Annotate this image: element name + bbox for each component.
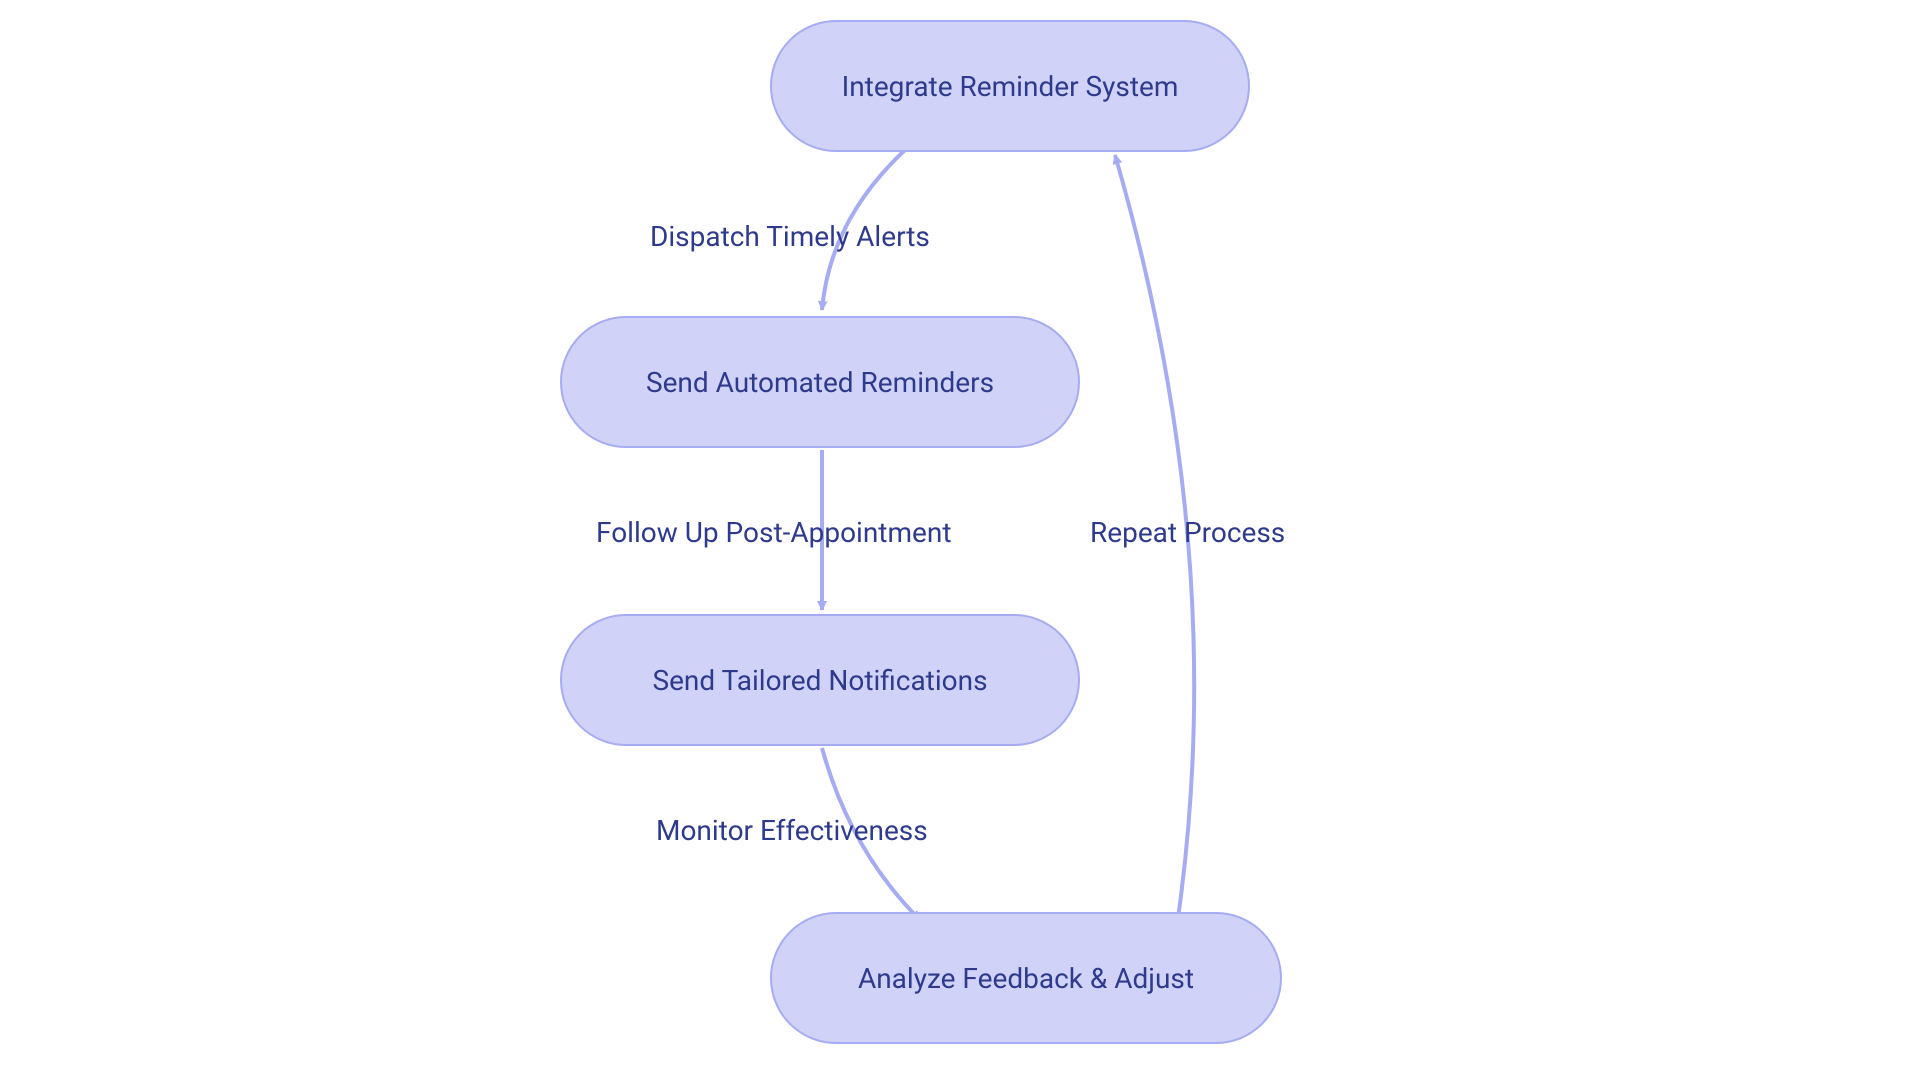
- edge-label-follow-up-post-appointment: Follow Up Post-Appointment: [596, 516, 952, 549]
- node-integrate-reminder-system: Integrate Reminder System: [770, 20, 1250, 152]
- node-send-automated-reminders: Send Automated Reminders: [560, 316, 1080, 448]
- node-label: Send Automated Reminders: [646, 366, 994, 399]
- node-label: Analyze Feedback & Adjust: [858, 962, 1194, 995]
- node-label: Send Tailored Notifications: [652, 664, 987, 697]
- node-analyze-feedback-adjust: Analyze Feedback & Adjust: [770, 912, 1282, 1044]
- node-label: Integrate Reminder System: [842, 70, 1179, 103]
- edge-label-repeat-process: Repeat Process: [1090, 516, 1285, 549]
- edge-label-monitor-effectiveness: Monitor Effectiveness: [656, 814, 928, 847]
- flowchart-diagram: Integrate Reminder System Send Automated…: [0, 0, 1920, 1080]
- node-send-tailored-notifications: Send Tailored Notifications: [560, 614, 1080, 746]
- edge-label-dispatch-timely-alerts: Dispatch Timely Alerts: [650, 220, 930, 253]
